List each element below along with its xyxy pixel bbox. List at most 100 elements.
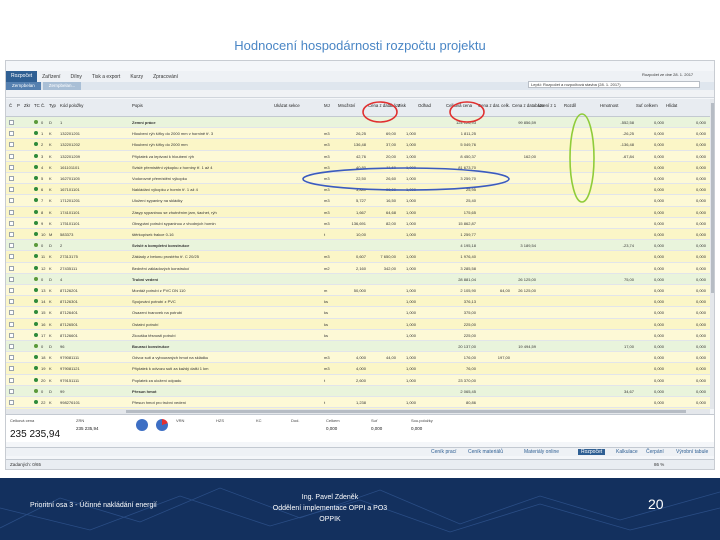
row-marker-icon: [34, 142, 38, 147]
column-header[interactable]: Ucení z 1: [538, 103, 556, 108]
scroll-thumb[interactable]: [711, 103, 714, 293]
table-row[interactable]: 12 K 27435111 Bednění základových konstrukc…: [6, 262, 710, 274]
table-row[interactable]: 0 D 2 Svislé a kompletní konstrukce 4 195,18…: [6, 240, 710, 252]
table-row[interactable]: 22 K 998276101 Přesun hmot pro trubní veden…: [6, 397, 710, 409]
table-row[interactable]: 0 D 4 Trubní vedení 28 881,04 26 125,00 75,00 0…: [6, 273, 710, 285]
row-checkbox[interactable]: [9, 164, 14, 170]
column-header[interactable]: Suť celkem: [636, 103, 658, 108]
row-checkbox[interactable]: [9, 187, 14, 193]
table-row[interactable]: 5 K 162701105 Vodorovné přemístění výkopku m…: [6, 173, 710, 185]
table-row[interactable]: 1 K 132201201 Hloubení rýh šířky do 2000 mm…: [6, 128, 710, 140]
table-row[interactable]: 2 K 132201202 Hloubení rýh šířky do 2000 mm…: [6, 139, 710, 151]
table-row[interactable]: 0 D 96 Bourací konstrukce 20 137,00 19 494,59…: [6, 341, 710, 353]
row-checkbox[interactable]: [9, 344, 14, 349]
row-checkbox[interactable]: [9, 220, 14, 226]
table-row[interactable]: 15 K 87126401 Osazení tvarovek na potrubí ks…: [6, 307, 710, 319]
cell-s: 0,000: [653, 355, 664, 361]
column-header[interactable]: Č.: [41, 103, 45, 108]
column-header[interactable]: Cena z databáze: [368, 103, 401, 108]
row-checkbox[interactable]: [9, 377, 14, 383]
bottom-tab[interactable]: Kalkulace: [616, 449, 638, 455]
table-row[interactable]: 13 K 87126201 Montáž potrubí z PVC DN 110 m 5…: [6, 285, 710, 297]
column-header[interactable]: Č: [9, 103, 12, 108]
column-header[interactable]: Množství: [338, 103, 355, 108]
table-row[interactable]: 18 K 979081111 Odvoz suti a vybouraných hmo…: [6, 352, 710, 364]
column-header[interactable]: Celková cena: [446, 103, 472, 108]
table-row[interactable]: 10 M 583373 štěrkopísek frakce 0-16 t 10,00 1,…: [6, 229, 710, 241]
row-checkbox[interactable]: [9, 265, 14, 271]
row-checkbox[interactable]: [9, 388, 14, 394]
vertical-scrollbar[interactable]: [710, 99, 714, 409]
table-row[interactable]: 4 K 161101101 Svislé přemístění výkopku z h…: [6, 161, 710, 173]
document-tab[interactable]: Zernpbelan: [6, 82, 41, 90]
table-row[interactable]: 11 K 27313175 Základy z betonu prostého tř.…: [6, 251, 710, 263]
row-checkbox[interactable]: [9, 142, 14, 148]
document-tab[interactable]: Zernpbelan...: [42, 82, 82, 90]
row-checkbox[interactable]: [9, 299, 14, 305]
row-checkbox[interactable]: [9, 120, 14, 125]
cell-s: 0,000: [653, 288, 664, 293]
row-checkbox[interactable]: [9, 243, 14, 249]
column-header[interactable]: Hmotnost: [600, 103, 618, 108]
bottom-tab[interactable]: Ceník materiálů: [468, 449, 503, 455]
row-checkbox[interactable]: [9, 366, 14, 372]
column-header[interactable]: Rozdíl: [564, 103, 576, 108]
column-header[interactable]: Typ: [49, 103, 56, 108]
cell-kod: 162701105: [60, 176, 80, 181]
cell-ss: 0,000: [695, 142, 706, 148]
column-header[interactable]: Ukázat sekce: [274, 103, 300, 108]
menu-item[interactable]: Tisk a export: [87, 74, 125, 80]
row-checkbox[interactable]: [9, 209, 14, 215]
budget-combo[interactable]: Lepší: Rozpočet a rozpočtová stavba (28.…: [528, 81, 700, 88]
row-checkbox[interactable]: [9, 276, 14, 282]
column-header[interactable]: MJ: [324, 103, 330, 108]
bottom-tab[interactable]: Výrobní tabule: [676, 449, 708, 455]
row-checkbox[interactable]: [9, 131, 14, 137]
column-header[interactable]: Cena z dat. celk.: [478, 103, 510, 108]
table-row[interactable]: 0 D 1 Zemní práce 124 126,93 99 856,59 -552,58…: [6, 117, 710, 129]
column-header[interactable]: P: [17, 103, 20, 108]
table-row[interactable]: 9 K 175101101 Obsypání potrubí sypaninou z …: [6, 217, 710, 229]
table-row[interactable]: 17 K 87126601 Zkouška těsnosti potrubí ks 1,0…: [6, 329, 710, 341]
table-row[interactable]: 14 K 87126301 Spojování potrubí z PVC ks 1,00…: [6, 296, 710, 308]
row-checkbox[interactable]: [9, 355, 14, 361]
bottom-tab[interactable]: Rozpočet: [578, 449, 606, 455]
row-checkbox[interactable]: [9, 400, 14, 405]
scroll-thumb[interactable]: [126, 410, 686, 413]
table-row[interactable]: 6 K 167101101 Nakládání výkopku z hornin tř…: [6, 184, 710, 196]
column-header[interactable]: TC: [34, 103, 40, 108]
zoom-level[interactable]: 86 %: [654, 462, 664, 467]
menu-item[interactable]: Zpracování: [148, 74, 183, 80]
cell-ss: 0,000: [695, 321, 706, 327]
menu-item[interactable]: Kurzy: [125, 74, 148, 80]
column-header[interactable]: Odhad: [418, 103, 431, 108]
row-checkbox[interactable]: [9, 332, 14, 338]
column-header[interactable]: Zisk: [398, 103, 406, 108]
menu-item[interactable]: Zařízení: [37, 74, 65, 80]
bottom-tab[interactable]: Ceník prací: [431, 449, 457, 455]
row-checkbox[interactable]: [9, 288, 14, 293]
column-header[interactable]: Hlídat: [666, 103, 677, 108]
table-row[interactable]: 3 K 132201209 Příplatek za lepivost k hloub…: [6, 150, 710, 162]
row-checkbox[interactable]: [9, 176, 14, 181]
table-row[interactable]: 20 K 979151111 Poplatek za uložení odpadu t 2…: [6, 374, 710, 386]
bottom-tab[interactable]: Čerpání: [646, 449, 664, 455]
menu-item[interactable]: Rozpočet: [6, 71, 38, 82]
cell-n: 14: [41, 299, 46, 305]
table-row[interactable]: 19 K 979081121 Příplatek k odvozu suti za k…: [6, 363, 710, 375]
bottom-tab[interactable]: Materiály online: [524, 449, 559, 455]
table-row[interactable]: 8 K 174101101 Zásyp sypaninou se zhutněním …: [6, 206, 710, 218]
row-checkbox[interactable]: [9, 321, 14, 327]
menu-item[interactable]: Dílny: [65, 74, 86, 80]
row-checkbox[interactable]: [9, 254, 14, 260]
table-row[interactable]: 0 D 99 Přesun hmot 2 065,45 34,67 0,000 0,000: [6, 385, 710, 397]
column-header[interactable]: Kód položky: [60, 103, 83, 108]
column-header[interactable]: Popis: [132, 103, 143, 108]
table-row[interactable]: 7 K 171201201 Uložení sypaniny na skládky m3…: [6, 195, 710, 207]
row-checkbox[interactable]: [9, 198, 14, 204]
row-checkbox[interactable]: [9, 310, 14, 316]
table-row[interactable]: 16 K 87126501 Ostatní potrubí ks 1,000 225,00 0…: [6, 318, 710, 330]
column-header[interactable]: Zkr: [24, 103, 30, 108]
row-checkbox[interactable]: [9, 232, 14, 237]
row-checkbox[interactable]: [9, 153, 14, 159]
